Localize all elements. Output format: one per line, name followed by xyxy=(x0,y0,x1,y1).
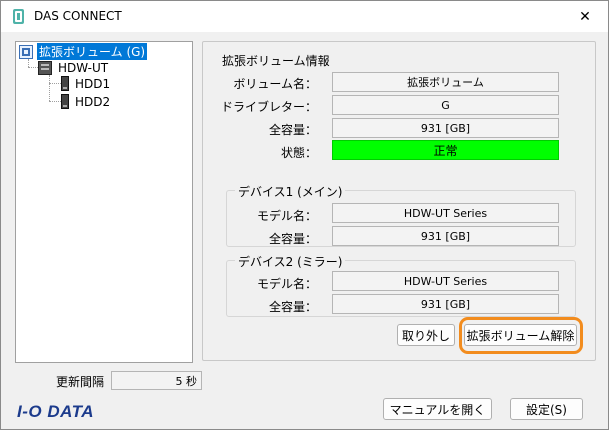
device2-model-field: HDW-UT Series xyxy=(332,271,559,291)
tree-item-volume[interactable]: 拡張ボリューム (G) xyxy=(19,42,149,61)
volume-name-label: ボリューム名： xyxy=(233,77,317,91)
hdd-icon xyxy=(61,94,69,109)
device1-capacity-label: 全容量： xyxy=(268,232,317,246)
drive-letter-field: G xyxy=(332,95,559,115)
device2-capacity-label: 全容量： xyxy=(268,300,317,314)
hdd-icon xyxy=(61,76,69,91)
status-label: 状態： xyxy=(280,146,317,160)
open-manual-button[interactable]: マニュアルを開く xyxy=(383,398,492,420)
volume-icon xyxy=(19,44,33,59)
close-icon: ✕ xyxy=(579,8,591,25)
device2-title: デバイス2 (ミラー) xyxy=(235,253,346,270)
tree-device-label: HDW-UT xyxy=(58,60,109,75)
interval-label: 更新間隔 xyxy=(56,375,105,389)
tree-item-hdd1[interactable]: HDD1 xyxy=(61,75,112,92)
device-icon xyxy=(38,60,52,75)
device1-title: デバイス1 (メイン) xyxy=(235,183,346,200)
interval-field: 5 秒 xyxy=(111,371,202,390)
iodata-logo: I-O DATA xyxy=(17,402,95,421)
close-button[interactable]: ✕ xyxy=(562,1,608,32)
settings-button[interactable]: 設定(S) xyxy=(510,398,583,420)
release-volume-button[interactable]: 拡張ボリューム解除 xyxy=(464,324,577,346)
title-bar: DAS CONNECT ✕ xyxy=(1,1,608,32)
device1-capacity-field: 931 [GB] xyxy=(332,226,559,246)
device1-model-field: HDW-UT Series xyxy=(332,203,559,223)
tree-hdd1-label: HDD1 xyxy=(75,76,111,91)
device1-model-label: モデル名： xyxy=(256,209,317,223)
tree-item-hdd2[interactable]: HDD2 xyxy=(61,93,112,110)
drive-letter-label: ドライブレター： xyxy=(220,100,317,114)
window-title: DAS CONNECT xyxy=(34,9,122,23)
tree-item-device[interactable]: HDW-UT xyxy=(38,59,110,76)
device2-model-label: モデル名： xyxy=(256,277,317,291)
device2-capacity-field: 931 [GB] xyxy=(332,294,559,314)
tree-hdd2-label: HDD2 xyxy=(75,94,111,109)
app-window: DAS CONNECT ✕ 拡張ボリューム (G) HDW-UT HDD1 HD… xyxy=(0,0,609,430)
tree-volume-label: 拡張ボリューム (G) xyxy=(35,42,149,61)
capacity-field: 931 [GB] xyxy=(332,118,559,138)
volume-name-field: 拡張ボリューム xyxy=(332,72,559,92)
app-icon xyxy=(13,9,24,24)
remove-button[interactable]: 取り外し xyxy=(397,324,455,346)
volume-tree[interactable]: 拡張ボリューム (G) HDW-UT HDD1 HDD2 xyxy=(15,41,193,363)
capacity-label: 全容量： xyxy=(268,123,317,137)
status-badge: 正常 xyxy=(332,140,559,160)
volume-info-title: 拡張ボリューム情報 xyxy=(222,54,330,68)
